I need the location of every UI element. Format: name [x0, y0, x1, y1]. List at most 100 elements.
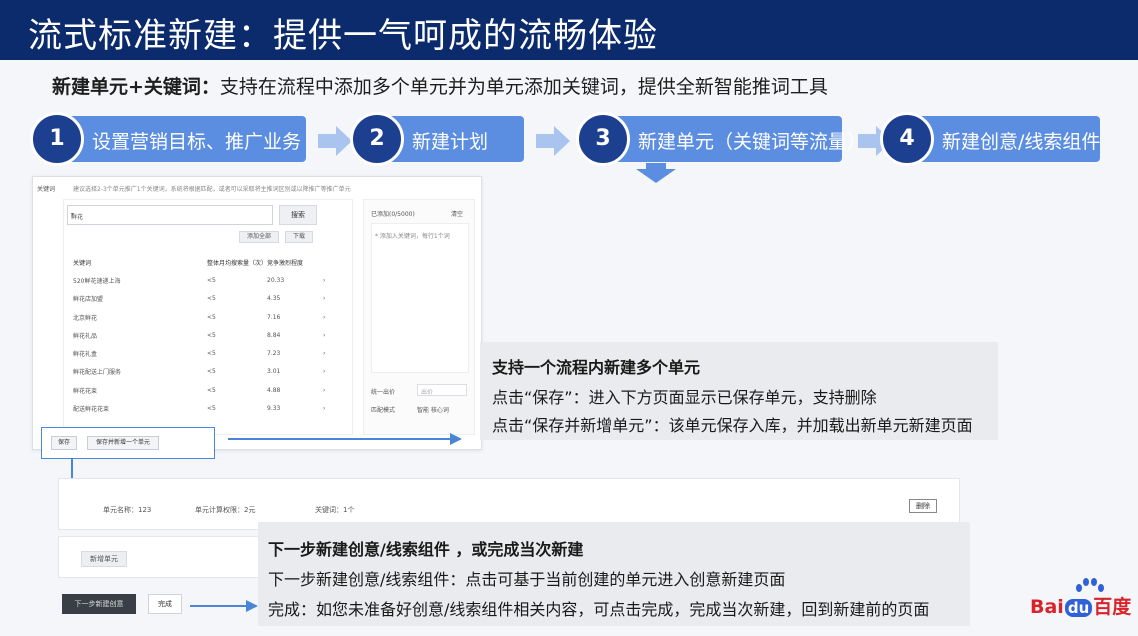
- unit-name: 单元名称：123: [103, 506, 152, 514]
- subtitle: 新建单元+关键词：支持在流程中添加多个单元并为单元添加关键词，提供全新智能推词工…: [52, 72, 828, 99]
- next-create-creative-button[interactable]: 下一步新建创意: [62, 594, 136, 614]
- column-header: 竞争激烈程度: [267, 259, 304, 267]
- step-label: 新建创意/线索组件: [942, 131, 1101, 153]
- search-button[interactable]: 搜索: [279, 205, 317, 225]
- table-row[interactable]: 鲜花礼品 <5 8.84 ›: [73, 326, 335, 344]
- keyword-cell: 北京鲜花: [73, 314, 98, 322]
- keyword-panel: 关键词 建议选择2-3个单元推广1个关键词，系统将根据匹配，或者可以采取将主推词…: [32, 176, 482, 459]
- step-2: 2 新建计划: [350, 112, 524, 166]
- paw-icon: [1074, 578, 1104, 592]
- step-4: 4 新建创意/线索组件: [880, 112, 1101, 166]
- added-count-label: 已添加(0/5000): [371, 211, 415, 218]
- arrow-right-icon: [228, 433, 462, 445]
- slide: 流式标准新建：提供一气呵成的流畅体验 新建单元+关键词：支持在流程中添加多个单元…: [0, 0, 1138, 636]
- step-1: 1 设置营销目标、推广业务: [30, 112, 306, 166]
- step-label: 新建单元（关键词等流量）: [638, 131, 867, 153]
- table-row[interactable]: 鲜花店加盟 <5 4.35 ›: [73, 290, 335, 308]
- download-button[interactable]: 下载: [285, 231, 313, 243]
- keyword-cell: 配送鲜花花束: [73, 406, 110, 414]
- new-unit-button[interactable]: 新增单元: [81, 551, 127, 567]
- competition-cell: 4.35: [267, 295, 281, 303]
- unify-bid-placeholder: 出价: [421, 389, 434, 396]
- table-header-row: 关键词 整体月均搜索量（次） 竞争激烈程度: [73, 253, 335, 271]
- volume-cell: <5: [207, 295, 216, 303]
- unify-bid-label: 统一出价: [371, 389, 396, 396]
- step-3: 3 新建单元（关键词等流量）: [576, 112, 866, 166]
- keyword-search-input[interactable]: 鲜花 ▾: [67, 205, 273, 225]
- arrow-right-icon: [190, 600, 258, 612]
- table-row[interactable]: 鲜花礼盒 <5 7.23 ›: [73, 344, 335, 362]
- step-number: 4: [880, 112, 934, 166]
- match-mode-select[interactable]: 智能 核心词: [417, 405, 449, 414]
- keywords-hint: * 添加入关键词，每行1个词: [375, 233, 450, 240]
- step-number: 1: [30, 112, 84, 166]
- keyword-cell: 鲜花店加盟: [73, 296, 104, 304]
- competition-cell: 7.16: [267, 313, 281, 321]
- delete-button[interactable]: 删除: [909, 499, 937, 513]
- callout-multi-unit: 支持一个流程内新建多个单元 点击“保存”：进入下方页面显示已保存单元，支持删除 …: [480, 342, 998, 440]
- volume-cell: <5: [207, 276, 216, 284]
- volume-cell: <5: [207, 331, 216, 339]
- volume-cell: <5: [207, 368, 216, 376]
- step-number: 3: [576, 112, 630, 166]
- keyword-cell: 520鲜花速递上海: [73, 277, 121, 285]
- save-and-new-unit-button[interactable]: 保存并新增一个单元: [87, 436, 159, 450]
- add-arrow-icon[interactable]: ›: [323, 363, 335, 381]
- competition-cell: 3.01: [267, 368, 281, 376]
- table-row[interactable]: 520鲜花速递上海 <5 20.33 ›: [73, 271, 335, 289]
- unit-keyword-count: 关键词：1个: [315, 506, 355, 514]
- subtitle-bold: 新建单元+关键词：: [52, 76, 220, 98]
- table-row[interactable]: 配送鲜花花束 <5 9.33 ›: [73, 399, 335, 417]
- add-arrow-icon[interactable]: ›: [323, 326, 335, 344]
- match-mode-label: 匹配模式: [371, 407, 396, 414]
- page-title: 流式标准新建：提供一气呵成的流畅体验: [28, 16, 658, 56]
- add-all-button[interactable]: 添加全部: [239, 231, 279, 243]
- volume-cell: <5: [207, 386, 216, 394]
- add-arrow-icon[interactable]: ›: [323, 290, 335, 308]
- add-arrow-icon[interactable]: ›: [323, 308, 335, 326]
- competition-cell: 7.23: [267, 350, 281, 358]
- unit-budget: 单元计算权限：2元: [195, 506, 256, 514]
- keyword-cell: 鲜花花束: [73, 387, 98, 395]
- competition-cell: 4.88: [267, 386, 281, 394]
- callout-next-step: 下一步新建创意/线索组件 ，或完成当次新建 下一步新建创意/线索组件：点击可基于…: [258, 522, 970, 626]
- subtitle-text: 支持在流程中添加多个单元并为单元添加关键词，提供全新智能推词工具: [219, 76, 828, 98]
- chevron-down-icon: ▾: [71, 211, 75, 218]
- competition-cell: 9.33: [267, 405, 281, 413]
- added-keywords-textarea[interactable]: [371, 223, 469, 373]
- callout-heading: 支持一个流程内新建多个单元: [492, 358, 701, 377]
- table-row[interactable]: 鲜花配送上门服务 <5 3.01 ›: [73, 363, 335, 381]
- volume-cell: <5: [207, 405, 216, 413]
- keyword-description: 建议选择2-3个单元推广1个关键词，系统将根据匹配，或者可以采取将主推词区别或以…: [73, 186, 351, 193]
- step-label: 新建计划: [412, 131, 489, 153]
- volume-cell: <5: [207, 350, 216, 358]
- title-bar: 流式标准新建：提供一气呵成的流畅体验: [0, 0, 1138, 60]
- add-arrow-icon[interactable]: ›: [323, 381, 335, 399]
- unify-bid-input[interactable]: 出价: [417, 384, 467, 396]
- table-row[interactable]: 鲜花花束 <5 4.88 ›: [73, 381, 335, 399]
- callout-line: 点击“保存并新增单元”：该单元保存入库，并加载出新单元新建页面: [492, 416, 973, 435]
- step-number: 2: [350, 112, 404, 166]
- keyword-table: 关键词 整体月均搜索量（次） 竞争激烈程度 520鲜花速递上海 <5 20.33 › …: [73, 253, 335, 418]
- competition-cell: 20.33: [267, 276, 285, 284]
- baidu-logo: Bai du 百度: [1030, 578, 1131, 619]
- keyword-section-label: 关键词: [37, 186, 56, 193]
- column-header: 关键词: [73, 259, 92, 267]
- table-row[interactable]: 北京鲜花 <5 7.16 ›: [73, 308, 335, 326]
- callout-heading: 下一步新建创意/线索组件 ，或完成当次新建: [268, 540, 584, 559]
- keyword-cell: 鲜花礼品: [73, 332, 98, 340]
- keyword-cell: 鲜花配送上门服务: [73, 369, 122, 377]
- keyword-cell: 鲜花礼盒: [73, 351, 98, 359]
- step-label: 设置营销目标、推广业务: [92, 131, 302, 153]
- save-button[interactable]: 保存: [51, 436, 77, 450]
- done-button[interactable]: 完成: [148, 594, 182, 614]
- clear-link[interactable]: 清空: [451, 209, 463, 218]
- volume-cell: <5: [207, 313, 216, 321]
- callout-line: 点击“保存”：进入下方页面显示已保存单元，支持删除: [492, 388, 877, 407]
- callout-line: 下一步新建创意/线索组件：点击可基于当前创建的单元进入创意新建页面: [268, 570, 786, 589]
- column-header: 整体月均搜索量（次）: [207, 259, 268, 267]
- add-arrow-icon[interactable]: ›: [323, 399, 335, 417]
- competition-cell: 8.84: [267, 331, 281, 339]
- add-arrow-icon[interactable]: ›: [323, 271, 335, 289]
- add-arrow-icon[interactable]: ›: [323, 344, 335, 362]
